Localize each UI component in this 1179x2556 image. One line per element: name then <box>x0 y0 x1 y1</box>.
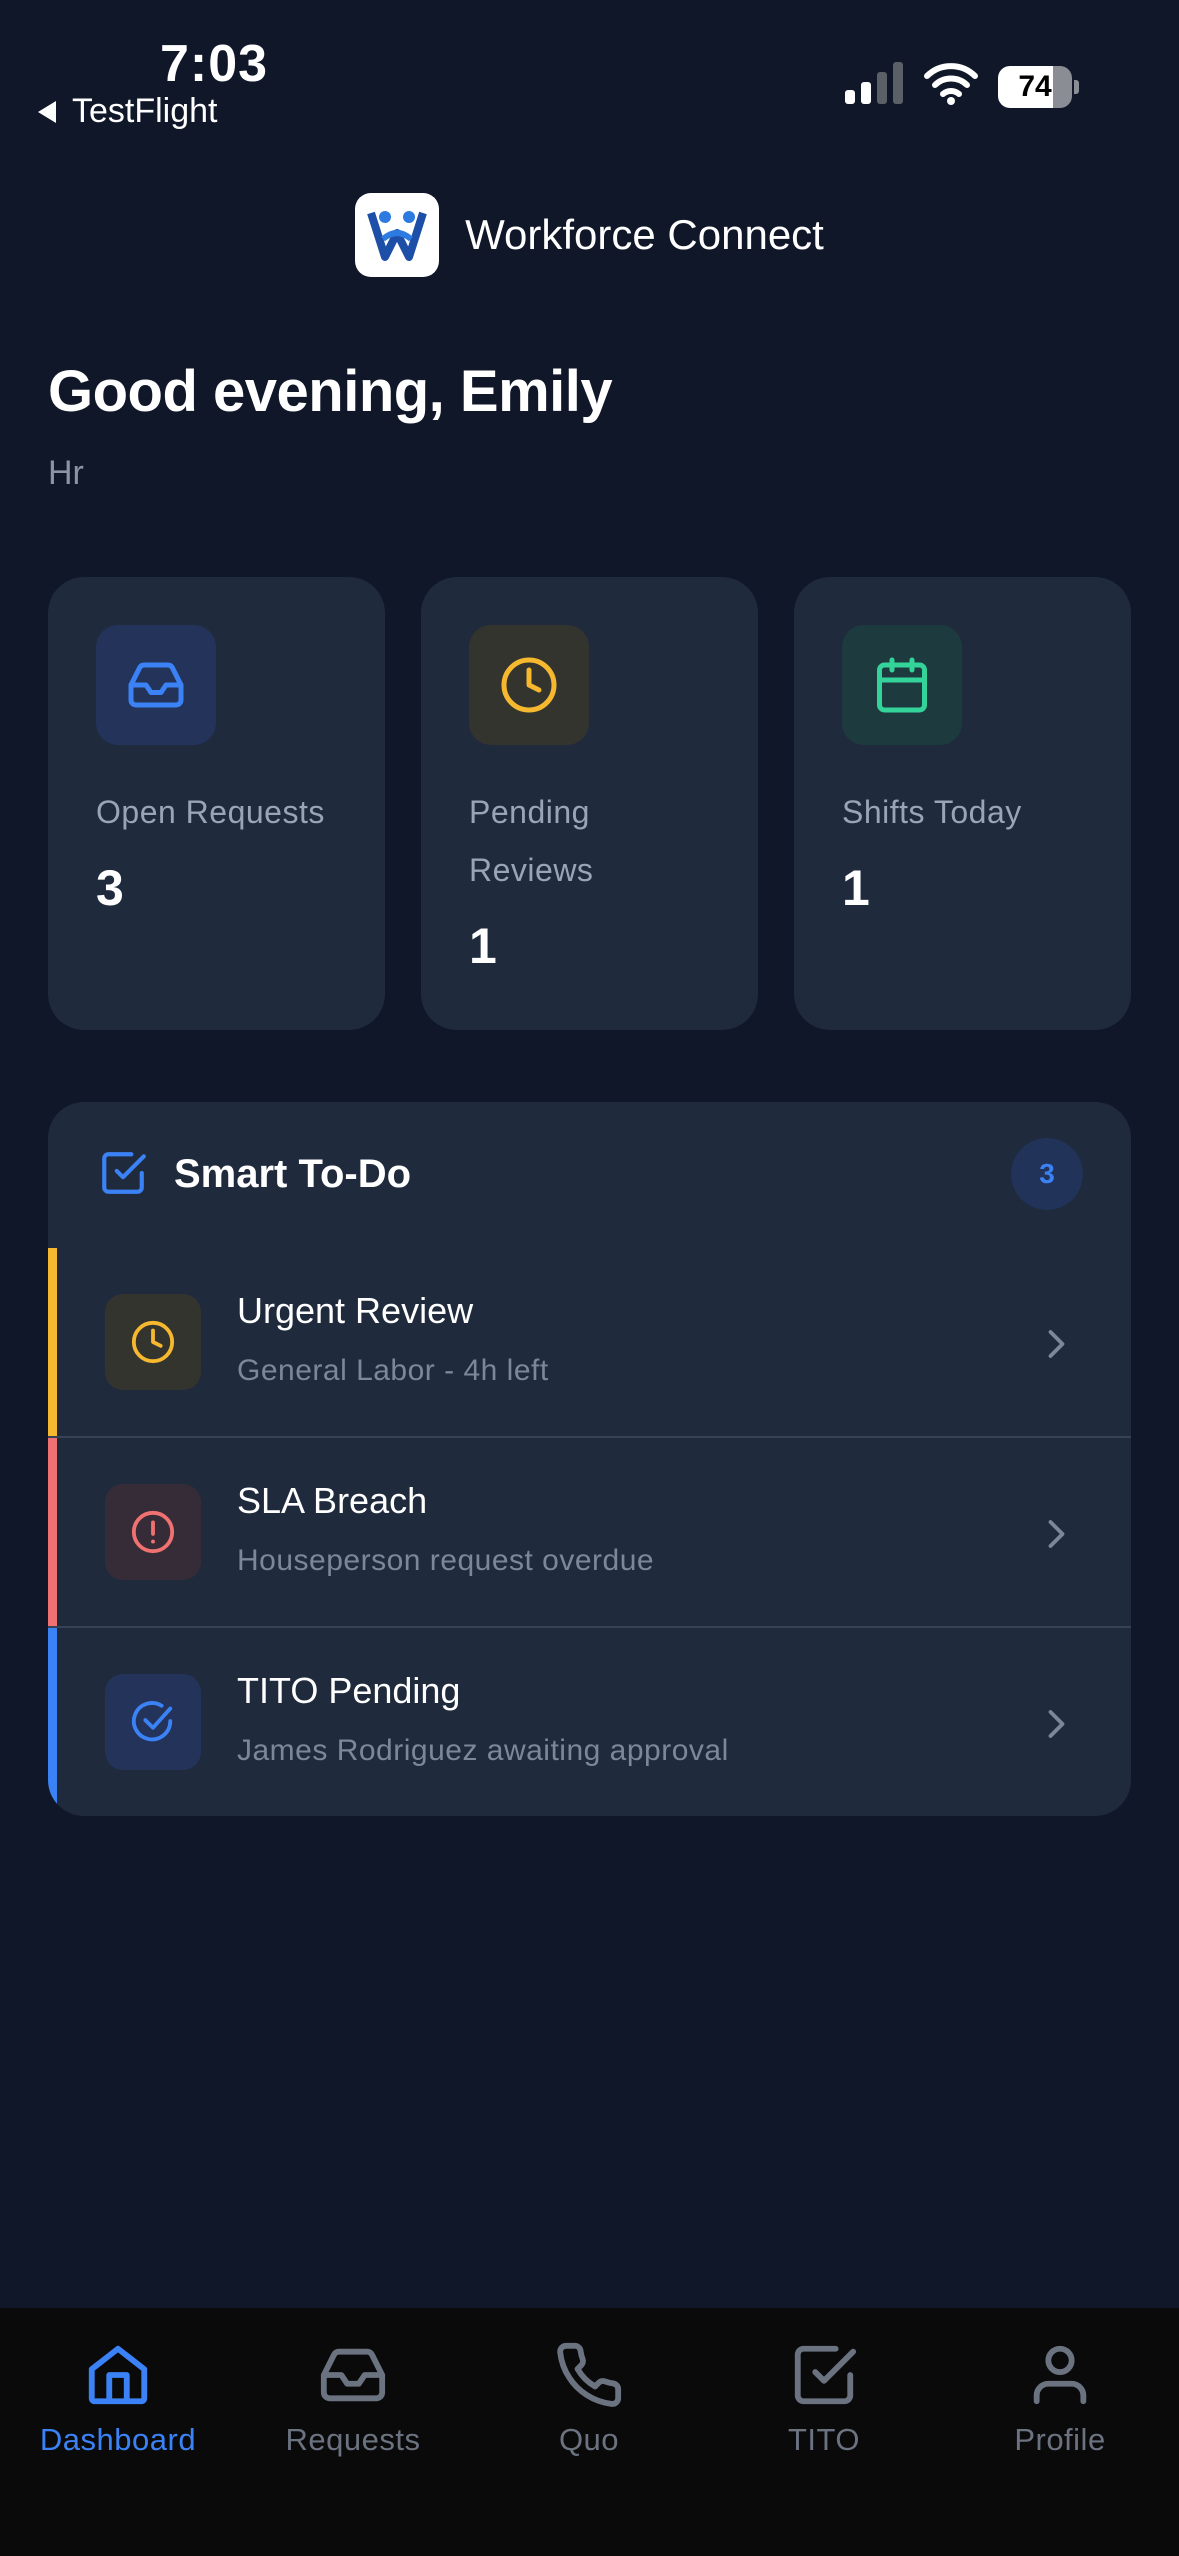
todo-item-sla-breach[interactable]: SLA Breach Houseperson request overdue <box>48 1438 1131 1628</box>
todo-item-subtitle: Houseperson request overdue <box>237 1544 655 1577</box>
inbox-icon <box>320 2348 386 2402</box>
tab-label: Dashboard <box>39 2422 197 2457</box>
stat-value: 1 <box>469 918 497 974</box>
workforce-logo-icon <box>367 211 427 261</box>
alert-circle-icon <box>105 1484 201 1580</box>
todo-count-badge: 3 <box>1011 1138 1083 1210</box>
status-time: 7:03 <box>160 35 269 93</box>
back-to-testflight[interactable]: TestFlight <box>38 92 218 131</box>
battery-indicator: 74 <box>998 66 1079 108</box>
greeting-heading: Good evening, Emily <box>48 359 613 424</box>
clock-icon <box>105 1294 201 1390</box>
todo-item-title: TITO Pending <box>237 1670 461 1711</box>
calendar-icon <box>842 625 962 745</box>
stat-card-open-requests[interactable]: Open Requests 3 <box>48 577 385 1030</box>
tab-requests[interactable]: Requests <box>235 2330 471 2480</box>
home-icon <box>88 2345 148 2405</box>
stat-label: Open Requests <box>96 794 325 830</box>
tab-quo[interactable]: Quo <box>471 2330 707 2480</box>
stat-label: Pending Reviews <box>469 794 594 888</box>
tab-label: Requests <box>285 2422 421 2457</box>
tab-label: Quo <box>558 2422 620 2457</box>
tab-dashboard[interactable]: Dashboard <box>0 2330 236 2480</box>
app-title: Workforce Connect <box>465 211 824 258</box>
stat-label: Shifts Today <box>842 794 1022 830</box>
inbox-icon <box>96 625 216 745</box>
back-label: TestFlight <box>72 92 218 130</box>
wifi-icon <box>924 63 978 105</box>
chevron-right-icon <box>1048 1330 1065 1358</box>
tab-tito[interactable]: TITO <box>706 2330 942 2480</box>
user-role: Hr <box>48 454 84 492</box>
todo-item-subtitle: General Labor - 4h left <box>237 1354 549 1387</box>
clock-icon <box>469 625 589 745</box>
app-logo <box>355 193 440 277</box>
cellular-signal-icon <box>845 62 903 104</box>
smart-todo-card: Smart To-Do 3 Urgent Review General Labo… <box>48 1102 1131 1816</box>
checkbox-icon <box>794 2345 857 2405</box>
smart-todo-header: Smart To-Do 3 <box>48 1102 1131 1248</box>
chevron-right-icon <box>1048 1710 1065 1738</box>
user-icon <box>1033 2345 1087 2405</box>
stat-card-shifts-today[interactable]: Shifts Today 1 <box>794 577 1131 1030</box>
back-arrow-icon <box>38 100 56 123</box>
status-bar: 7:03 TestFlight 74 <box>0 0 1179 140</box>
battery-level: 74 <box>998 66 1072 108</box>
tab-label: TITO <box>787 2422 861 2457</box>
stat-value: 3 <box>96 860 124 916</box>
todo-item-title: Urgent Review <box>237 1290 474 1331</box>
todo-item-tito-pending[interactable]: TITO Pending James Rodriguez awaiting ap… <box>48 1628 1131 1816</box>
check-circle-icon <box>105 1674 201 1770</box>
todo-item-title: SLA Breach <box>237 1480 428 1521</box>
tab-profile[interactable]: Profile <box>942 2330 1178 2480</box>
stat-value: 1 <box>842 860 870 916</box>
stat-card-pending-reviews[interactable]: Pending Reviews 1 <box>421 577 758 1030</box>
tab-label: Profile <box>1014 2422 1106 2457</box>
checkbox-icon <box>102 1152 146 1194</box>
todo-item-subtitle: James Rodriguez awaiting approval <box>237 1734 729 1767</box>
app-header: Workforce Connect <box>0 192 1179 278</box>
chevron-right-icon <box>1048 1520 1065 1548</box>
phone-icon <box>557 2342 622 2407</box>
todo-item-urgent-review[interactable]: Urgent Review General Labor - 4h left <box>48 1248 1131 1438</box>
bottom-tab-bar: Dashboard Requests Quo TITO Profile <box>0 2308 1179 2556</box>
smart-todo-title: Smart To-Do <box>174 1152 412 1196</box>
